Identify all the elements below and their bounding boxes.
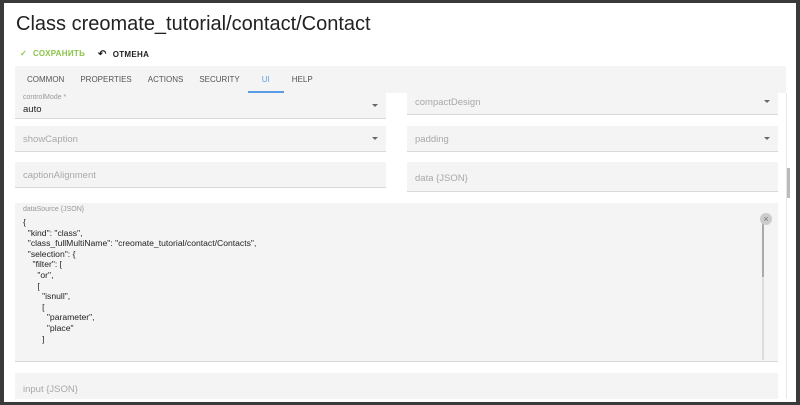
captionalignment-placeholder: captionAlignment — [23, 170, 96, 181]
tab-security[interactable]: SECURITY — [191, 66, 247, 93]
controlmode-label: controlMode * — [23, 94, 67, 101]
controlmode-select[interactable]: controlMode * auto — [15, 93, 386, 119]
tab-common[interactable]: COMMON — [19, 66, 72, 93]
save-button[interactable]: ✓ СОХРАНИТЬ — [20, 49, 85, 58]
data-json-placeholder: data {JSON} — [415, 173, 468, 184]
save-label: СОХРАНИТЬ — [33, 49, 86, 58]
input-json-placeholder: input {JSON} — [23, 384, 78, 395]
dropdown-arrow-icon — [764, 99, 770, 103]
tab-actions[interactable]: ACTIONS — [140, 66, 192, 93]
padding-select[interactable]: padding — [407, 126, 778, 152]
tab-ui[interactable]: UI — [247, 66, 284, 93]
dropdown-arrow-icon — [372, 136, 378, 140]
cancel-button[interactable]: ↶ ОТМЕНА — [98, 49, 149, 60]
datasource-json-textarea[interactable]: dataSource {JSON} { "kind": "class", "cl… — [15, 203, 778, 362]
undo-icon: ↶ — [98, 49, 107, 60]
cancel-label: ОТМЕНА — [112, 50, 150, 59]
dialog-title: Class creomate_tutorial/contact/Contact — [16, 13, 371, 35]
padding-placeholder: padding — [415, 134, 449, 145]
textarea-scrollbar[interactable] — [762, 215, 764, 360]
tab-bar: COMMON PROPERTIES ACTIONS SECURITY UI HE… — [15, 66, 786, 93]
showcaption-placeholder: showCaption — [23, 134, 78, 145]
input-json-input[interactable]: input {JSON} — [15, 373, 778, 399]
captionalignment-input[interactable]: captionAlignment — [15, 162, 386, 188]
clear-icon[interactable]: × — [760, 213, 772, 225]
showcaption-select[interactable]: showCaption — [15, 126, 386, 152]
datasource-label: dataSource {JSON} — [23, 206, 85, 213]
class-dialog: Class creomate_tutorial/contact/Contact … — [4, 3, 796, 402]
form-scrollbar[interactable] — [786, 93, 790, 399]
check-icon: ✓ — [20, 49, 28, 58]
dropdown-arrow-icon — [372, 103, 378, 107]
compactdesign-placeholder: compactDesign — [415, 97, 481, 108]
controlmode-value: auto — [23, 104, 42, 115]
tab-help[interactable]: HELP — [284, 66, 321, 93]
tab-properties[interactable]: PROPERTIES — [72, 66, 139, 93]
data-json-input[interactable]: data {JSON} — [407, 162, 778, 192]
compactdesign-select[interactable]: compactDesign — [407, 93, 778, 115]
dropdown-arrow-icon — [764, 136, 770, 140]
ui-form: controlMode * auto compactDesign showCap… — [15, 93, 786, 399]
datasource-value: { "kind": "class", "class_fullMultiName"… — [23, 217, 257, 344]
